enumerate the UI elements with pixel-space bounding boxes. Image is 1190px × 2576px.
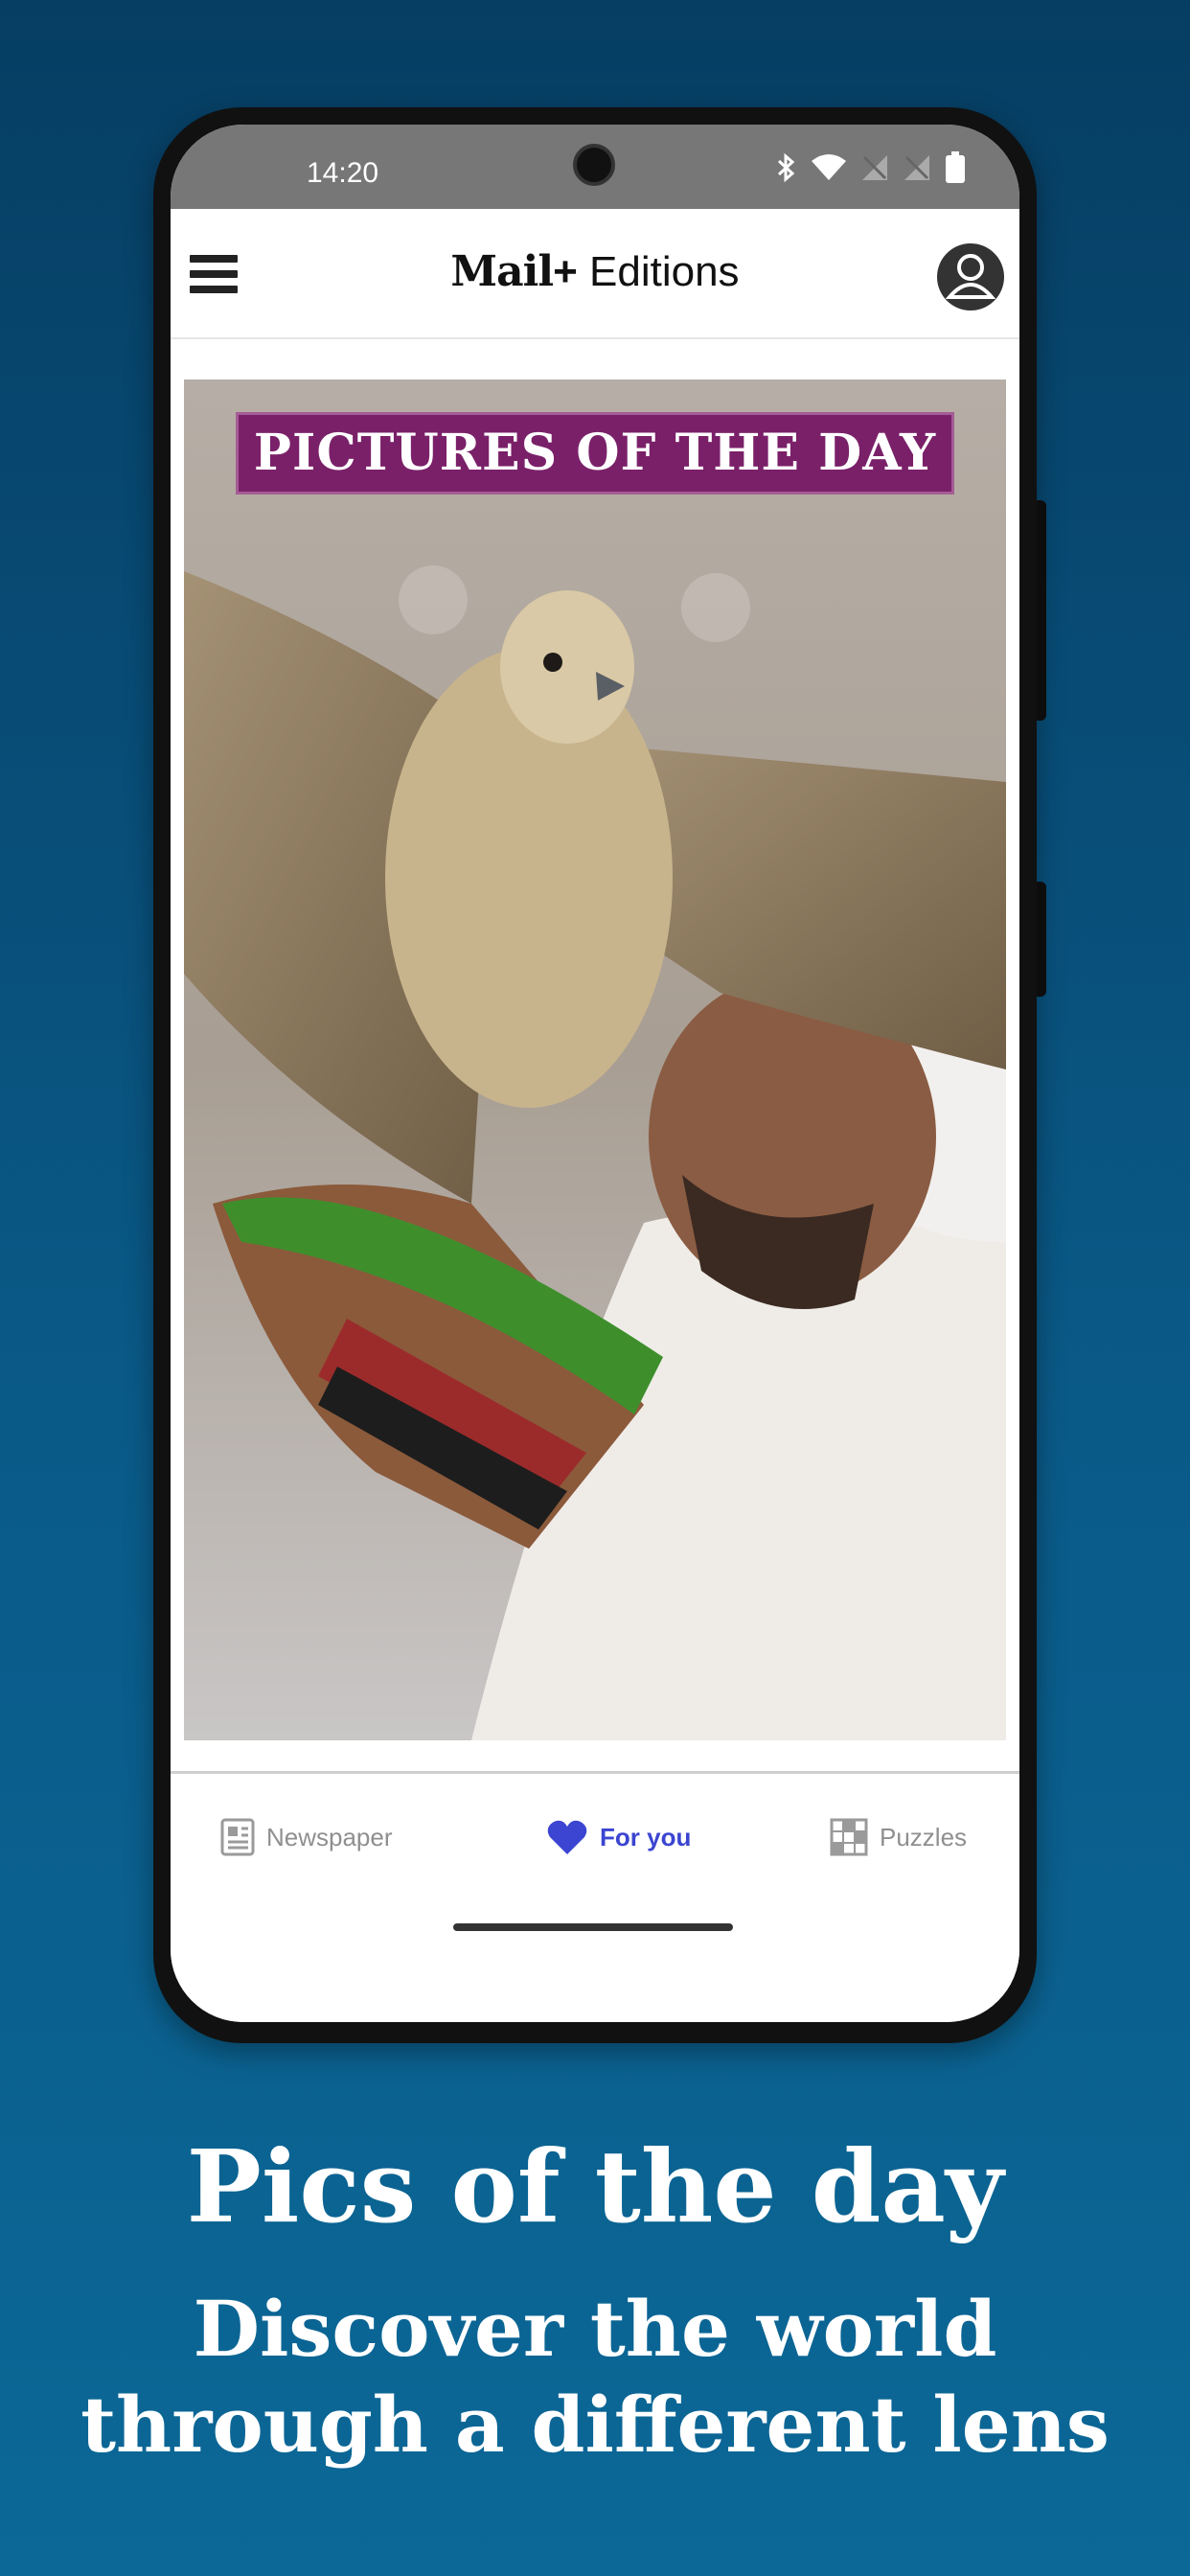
brand-editions: Editions xyxy=(589,248,740,295)
picture-of-the-day-card[interactable]: PICTURES OF THE DAY xyxy=(184,380,1006,1740)
promo-subline-line-2: through a different lens xyxy=(80,2380,1110,2470)
brand-plus: + xyxy=(553,248,578,295)
pictures-of-the-day-banner: PICTURES OF THE DAY xyxy=(236,412,954,494)
battery-icon xyxy=(946,151,965,183)
promo-subline: Discover the world through a different l… xyxy=(0,2281,1190,2472)
app-bar: Mail+ Editions xyxy=(171,209,1019,339)
brand-logo: Mail+ Editions xyxy=(171,247,1019,296)
bluetooth-icon xyxy=(777,152,795,183)
bottom-tab-bar: Newspaper For you Puzzles xyxy=(171,1771,1019,2022)
side-button xyxy=(1037,500,1046,721)
tab-puzzles-label: Puzzles xyxy=(880,1822,968,1852)
promo-subline-line-1: Discover the world xyxy=(193,2284,997,2374)
puzzle-grid-icon xyxy=(830,1818,868,1856)
signal-off-icon xyxy=(904,155,929,180)
signal-off-icon xyxy=(862,155,887,180)
falcon-photo xyxy=(184,380,1006,1740)
tab-puzzles[interactable]: Puzzles xyxy=(830,1818,967,1856)
promo-headline: Pics of the day xyxy=(186,2128,1004,2245)
camera-icon xyxy=(573,144,615,186)
tab-for-you-label: For you xyxy=(600,1822,692,1852)
tab-for-you[interactable]: For you xyxy=(546,1818,691,1856)
phone-screen: 14:20 Mail+ Editions PICTURES OF THE DAY… xyxy=(171,125,1019,2022)
heart-icon xyxy=(547,1820,587,1854)
status-bar: 14:20 xyxy=(171,125,1019,209)
status-icons xyxy=(776,151,966,184)
status-time: 14:20 xyxy=(307,157,379,189)
home-indicator[interactable] xyxy=(453,1923,733,1931)
brand-mail: Mail xyxy=(450,247,554,296)
account-avatar-icon[interactable] xyxy=(937,243,1004,310)
side-button xyxy=(1037,882,1046,997)
phone-frame: 14:20 Mail+ Editions PICTURES OF THE DAY… xyxy=(153,107,1046,2043)
wifi-icon xyxy=(812,154,846,180)
tab-newspaper[interactable]: Newspaper xyxy=(220,1818,393,1856)
tab-newspaper-label: Newspaper xyxy=(266,1822,393,1852)
newspaper-icon xyxy=(220,1818,255,1856)
